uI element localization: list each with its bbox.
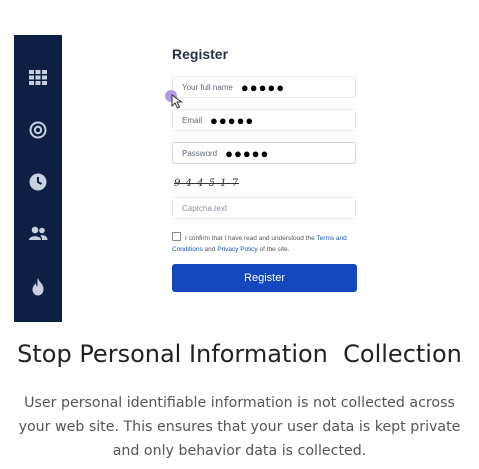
sidebar	[14, 35, 62, 322]
email-label: Email	[182, 115, 203, 125]
cursor-arrow-icon	[171, 94, 183, 109]
clock-icon[interactable]	[26, 170, 50, 194]
password-value: ●●●●●	[225, 145, 270, 161]
password-label: Password	[182, 148, 218, 158]
confirm-checkbox[interactable]	[172, 232, 181, 241]
confirm-text: I confirm that I have read and understoo…	[172, 232, 362, 255]
flame-icon[interactable]	[26, 275, 50, 299]
email-field[interactable]: Email ●●●●●	[172, 109, 356, 131]
confirm-mid: and	[202, 246, 218, 253]
full-name-field[interactable]: Your full name ●●●●●	[172, 76, 356, 98]
form-title: Register	[172, 46, 229, 62]
email-value: ●●●●●	[210, 112, 255, 128]
section-heading: Stop Personal Information Collection	[17, 340, 462, 368]
full-name-value: ●●●●●	[240, 79, 286, 95]
full-name-label: Your full name	[182, 82, 233, 92]
section-description: User personal identifiable information i…	[18, 395, 461, 459]
users-icon[interactable]	[26, 222, 50, 246]
captcha-placeholder: Captcha text	[182, 203, 227, 213]
grid-icon[interactable]	[26, 65, 50, 89]
password-field[interactable]: Password ●●●●●	[172, 142, 356, 164]
register-button[interactable]: Register	[172, 264, 357, 292]
captcha-image: 9 4 4 5 1 7	[174, 178, 240, 189]
privacy-link[interactable]: Privacy Policy	[217, 246, 257, 253]
captcha-input[interactable]: Captcha text	[172, 197, 356, 219]
confirm-pre: I confirm that I have read and understoo…	[185, 235, 317, 242]
confirm-post: of the site.	[257, 246, 290, 253]
target-icon[interactable]	[26, 118, 50, 142]
